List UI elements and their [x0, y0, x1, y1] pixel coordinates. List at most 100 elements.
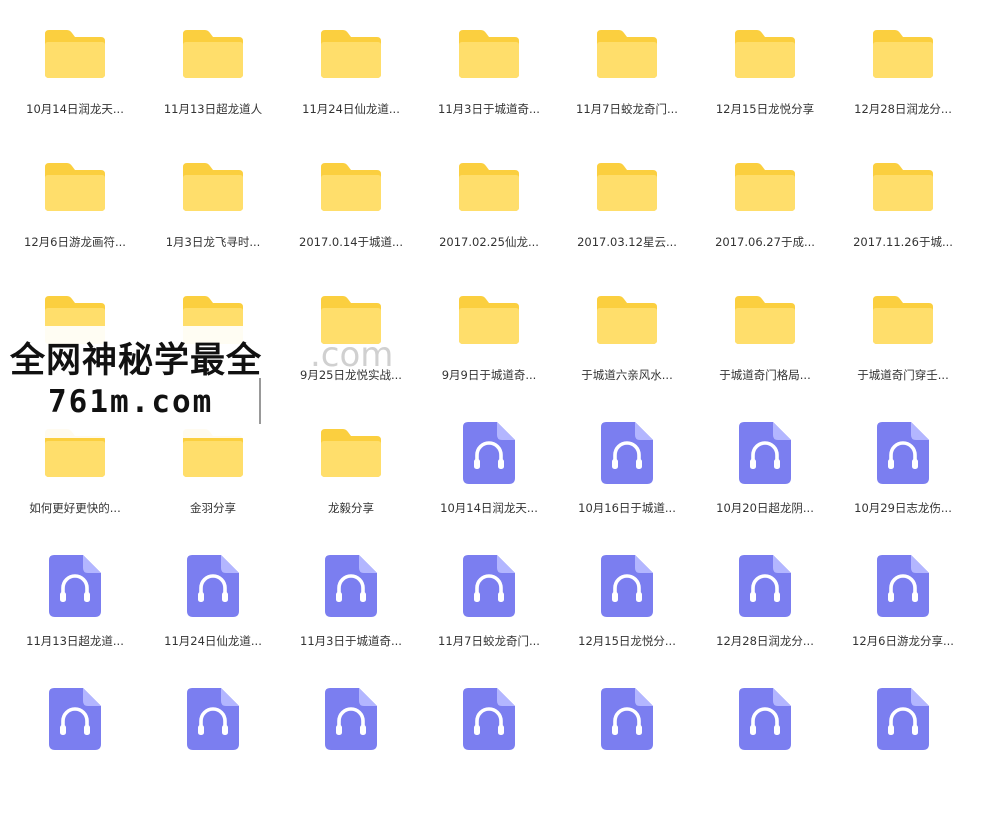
- audio-file-item[interactable]: [144, 683, 282, 816]
- file-label: 11月13日超龙道...: [26, 634, 124, 648]
- folder-icon: [873, 28, 933, 80]
- folder-item[interactable]: 12月6日游龙画符...: [6, 151, 144, 284]
- file-label: 2017.02.25仙龙...: [439, 235, 539, 249]
- file-label: 10月14日润龙天...: [440, 501, 538, 515]
- audio-file-icon: [463, 555, 515, 617]
- watermark-overlay: 全网神秘学最全 761m.com: [0, 326, 300, 438]
- audio-file-item[interactable]: [6, 683, 144, 816]
- folder-icon: [735, 28, 795, 80]
- file-label: 11月24日仙龙道...: [302, 102, 400, 116]
- file-label: 12月6日游龙分享...: [852, 634, 954, 648]
- audio-file-icon: [463, 688, 515, 750]
- folder-icon: [597, 294, 657, 346]
- file-label: 于城道六亲风水...: [581, 368, 673, 382]
- folder-item[interactable]: 于城道奇门格局...: [696, 284, 834, 417]
- file-label: 于城道奇门穿壬...: [857, 368, 949, 382]
- folder-icon: [45, 161, 105, 213]
- folder-item[interactable]: 11月24日仙龙道...: [282, 18, 420, 151]
- folder-item[interactable]: 9月9日于城道奇...: [420, 284, 558, 417]
- audio-file-icon: [463, 422, 515, 484]
- audio-file-item[interactable]: 11月3日于城道奇...: [282, 550, 420, 683]
- audio-file-item[interactable]: 12月28日润龙分...: [696, 550, 834, 683]
- audio-file-icon: [877, 688, 929, 750]
- folder-item[interactable]: 12月15日龙悦分享: [696, 18, 834, 151]
- file-label: 12月15日龙悦分...: [578, 634, 676, 648]
- file-label: 2017.0.14于城道...: [299, 235, 403, 249]
- file-label: 12月6日游龙画符...: [24, 235, 126, 249]
- audio-file-icon: [601, 688, 653, 750]
- audio-file-icon: [325, 688, 377, 750]
- folder-icon: [183, 161, 243, 213]
- audio-file-icon: [601, 422, 653, 484]
- folder-item[interactable]: 11月7日蛟龙奇门...: [558, 18, 696, 151]
- audio-file-item[interactable]: 10月29日志龙伤...: [834, 417, 972, 550]
- folder-item[interactable]: 2017.06.27于成...: [696, 151, 834, 284]
- folder-item[interactable]: 2017.0.14于城道...: [282, 151, 420, 284]
- audio-file-item[interactable]: [558, 683, 696, 816]
- file-label: 11月24日仙龙道...: [164, 634, 262, 648]
- folder-item[interactable]: 11月13日超龙道人: [144, 18, 282, 151]
- file-label: 11月7日蛟龙奇门...: [438, 634, 540, 648]
- folder-item[interactable]: 龙毅分享: [282, 417, 420, 550]
- audio-file-icon: [601, 555, 653, 617]
- audio-file-item[interactable]: 11月7日蛟龙奇门...: [420, 550, 558, 683]
- file-label: 2017.11.26于城...: [853, 235, 953, 249]
- file-label: 金羽分享: [190, 501, 236, 515]
- folder-item[interactable]: 于城道六亲风水...: [558, 284, 696, 417]
- audio-file-icon: [877, 555, 929, 617]
- file-label: 龙毅分享: [328, 501, 374, 515]
- file-label: 10月16日于城道...: [578, 501, 676, 515]
- folder-icon: [183, 28, 243, 80]
- folder-item[interactable]: 于城道奇门穿壬...: [834, 284, 972, 417]
- file-label: 10月20日超龙阴...: [716, 501, 814, 515]
- audio-file-icon: [877, 422, 929, 484]
- audio-file-item[interactable]: 12月15日龙悦分...: [558, 550, 696, 683]
- folder-item[interactable]: 11月3日于城道奇...: [420, 18, 558, 151]
- audio-file-item[interactable]: [834, 683, 972, 816]
- audio-file-item[interactable]: [420, 683, 558, 816]
- watermark-ghost-text: .com: [310, 335, 394, 375]
- file-label: 10月29日志龙伤...: [854, 501, 952, 515]
- watermark-domain: 761m.com: [48, 384, 214, 420]
- folder-icon: [459, 28, 519, 80]
- file-label: 12月28日润龙分...: [854, 102, 952, 116]
- file-label: 1月3日龙飞寻时...: [165, 235, 261, 249]
- audio-file-item[interactable]: [696, 683, 834, 816]
- folder-icon: [321, 427, 381, 479]
- audio-file-item[interactable]: 10月20日超龙阴...: [696, 417, 834, 550]
- folder-item[interactable]: 1月3日龙飞寻时...: [144, 151, 282, 284]
- folder-icon: [321, 161, 381, 213]
- folder-icon: [735, 161, 795, 213]
- audio-file-item[interactable]: 12月6日游龙分享...: [834, 550, 972, 683]
- file-label: 11月13日超龙道人: [163, 102, 263, 116]
- folder-icon: [735, 294, 795, 346]
- audio-file-icon: [49, 555, 101, 617]
- file-label: 12月15日龙悦分享: [715, 102, 815, 116]
- audio-file-icon: [325, 555, 377, 617]
- audio-file-icon: [739, 555, 791, 617]
- file-label: 11月7日蛟龙奇门...: [576, 102, 678, 116]
- watermark-divider: [259, 378, 261, 424]
- file-label: 11月3日于城道奇...: [438, 102, 540, 116]
- audio-file-item[interactable]: [282, 683, 420, 816]
- folder-icon: [45, 28, 105, 80]
- folder-item[interactable]: 2017.02.25仙龙...: [420, 151, 558, 284]
- audio-file-item[interactable]: 10月14日润龙天...: [420, 417, 558, 550]
- audio-file-item[interactable]: 11月13日超龙道...: [6, 550, 144, 683]
- file-label: 2017.06.27于成...: [715, 235, 815, 249]
- audio-file-item[interactable]: 11月24日仙龙道...: [144, 550, 282, 683]
- folder-item[interactable]: 10月14日润龙天...: [6, 18, 144, 151]
- folder-icon: [873, 161, 933, 213]
- audio-file-item[interactable]: 10月16日于城道...: [558, 417, 696, 550]
- audio-file-icon: [739, 422, 791, 484]
- audio-file-icon: [187, 555, 239, 617]
- file-label: 9月9日于城道奇...: [441, 368, 537, 382]
- file-label: 于城道奇门格局...: [719, 368, 811, 382]
- audio-file-icon: [187, 688, 239, 750]
- folder-item[interactable]: 2017.11.26于城...: [834, 151, 972, 284]
- file-label: 10月14日润龙天...: [26, 102, 124, 116]
- folder-item[interactable]: 12月28日润龙分...: [834, 18, 972, 151]
- audio-file-icon: [739, 688, 791, 750]
- folder-item[interactable]: 2017.03.12星云...: [558, 151, 696, 284]
- folder-icon: [873, 294, 933, 346]
